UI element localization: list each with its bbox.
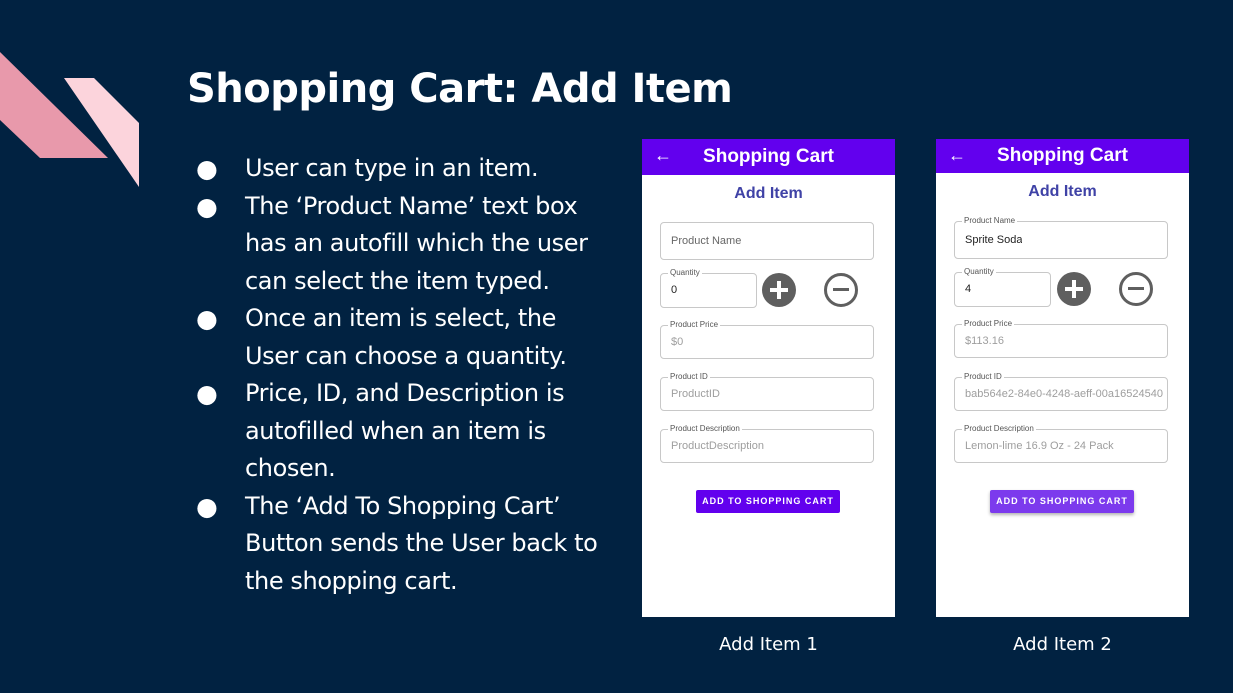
product-name-input[interactable]: Product Name — [660, 222, 874, 260]
bullet-list: ● User can type in an item. ● The ‘Product… — [196, 150, 616, 600]
product-description-label: Product Description — [962, 424, 1036, 434]
bullet-text: User can type in an item. — [245, 154, 539, 182]
product-price-field: Product Price $113.16 — [954, 319, 1168, 358]
screen-caption-2: Add Item 2 — [1013, 634, 1112, 655]
bullet-dot-icon: ● — [196, 491, 218, 521]
quantity-label: Quantity — [962, 267, 996, 277]
decorative-stripes — [0, 52, 139, 187]
product-name-label: Product Name — [962, 216, 1018, 226]
product-name-placeholder: Product Name — [671, 235, 742, 247]
page-heading: Add Item — [734, 185, 803, 202]
phone-screen-add-item-2: ← Shopping Cart Add Item Product Name Sp… — [936, 139, 1189, 617]
app-bar-title: Shopping Cart — [703, 146, 834, 167]
product-price-label: Product Price — [668, 320, 721, 330]
increment-plus-icon[interactable] — [1057, 272, 1091, 306]
product-description-value: ProductDescription — [671, 440, 764, 452]
decrement-minus-icon[interactable] — [1119, 272, 1153, 306]
bullet-text: The ‘Product Name’ text box has an autof… — [245, 191, 588, 295]
product-description-field: Product Description Lemon-lime 16.9 Oz -… — [954, 424, 1168, 463]
product-name-input[interactable]: Product Name Sprite Soda — [954, 216, 1168, 259]
product-description-label: Product Description — [668, 424, 742, 434]
product-id-label: Product ID — [668, 372, 710, 382]
phone-screen-add-item-1: ← Shopping Cart Add Item Product Name Qu… — [642, 139, 895, 617]
bullet-text: Once an item is select, the User can cho… — [245, 304, 567, 370]
quantity-value: 0 — [671, 284, 678, 296]
product-price-label: Product Price — [962, 319, 1015, 329]
bullet-text: Price, ID, and Description is autofilled… — [245, 379, 565, 482]
bullet-item: ● User can type in an item. — [196, 150, 616, 188]
bullet-item: ● Price, ID, and Description is autofille… — [196, 375, 616, 488]
bullet-item: ● Once an item is select, the User can ch… — [196, 300, 616, 375]
screen-caption-1: Add Item 1 — [719, 634, 818, 655]
app-bar-title: Shopping Cart — [997, 145, 1128, 166]
app-bar: ← Shopping Cart — [936, 139, 1189, 173]
quantity-value: 4 — [965, 283, 972, 295]
product-id-label: Product ID — [962, 372, 1004, 382]
product-id-field: Product ID bab564e2-84e0-4248-aeff-00a16… — [954, 372, 1168, 411]
bullet-dot-icon: ● — [196, 379, 218, 408]
bullet-dot-icon: ● — [196, 191, 218, 221]
bullet-item: ● The ‘Add To Shopping Cart’ Button sends… — [196, 488, 616, 601]
page-heading: Add Item — [1028, 183, 1097, 200]
product-description-value: Lemon-lime 16.9 Oz - 24 Pack — [965, 440, 1114, 452]
app-bar: ← Shopping Cart — [642, 139, 895, 175]
decrement-minus-icon[interactable] — [824, 273, 858, 307]
product-price-value: $0 — [671, 336, 684, 348]
bullet-text: The ‘Add To Shopping Cart’ Button sends … — [245, 491, 598, 595]
add-to-shopping-cart-button[interactable]: ADD TO SHOPPING CART — [696, 490, 840, 513]
product-price-value: $113.16 — [965, 335, 1004, 347]
quantity-label: Quantity — [668, 268, 702, 278]
increment-plus-icon[interactable] — [762, 273, 796, 307]
product-id-value: bab564e2-84e0-4248-aeff-00a16524540 — [965, 388, 1163, 400]
product-name-value: Sprite Soda — [965, 234, 1023, 246]
slide-title: Shopping Cart: Add Item — [187, 66, 733, 112]
quantity-input[interactable]: Quantity 0 — [660, 268, 757, 308]
bullet-item: ● The ‘Product Name’ text box has an auto… — [196, 188, 616, 301]
bullet-dot-icon: ● — [196, 304, 218, 333]
product-id-value: ProductID — [671, 388, 720, 400]
quantity-input[interactable]: Quantity 4 — [954, 267, 1051, 307]
product-price-field: Product Price $0 — [660, 320, 874, 359]
product-description-field: Product Description ProductDescription — [660, 424, 874, 463]
add-to-shopping-cart-button[interactable]: ADD TO SHOPPING CART — [990, 490, 1134, 513]
bullet-dot-icon: ● — [196, 154, 218, 183]
product-id-field: Product ID ProductID — [660, 372, 874, 411]
